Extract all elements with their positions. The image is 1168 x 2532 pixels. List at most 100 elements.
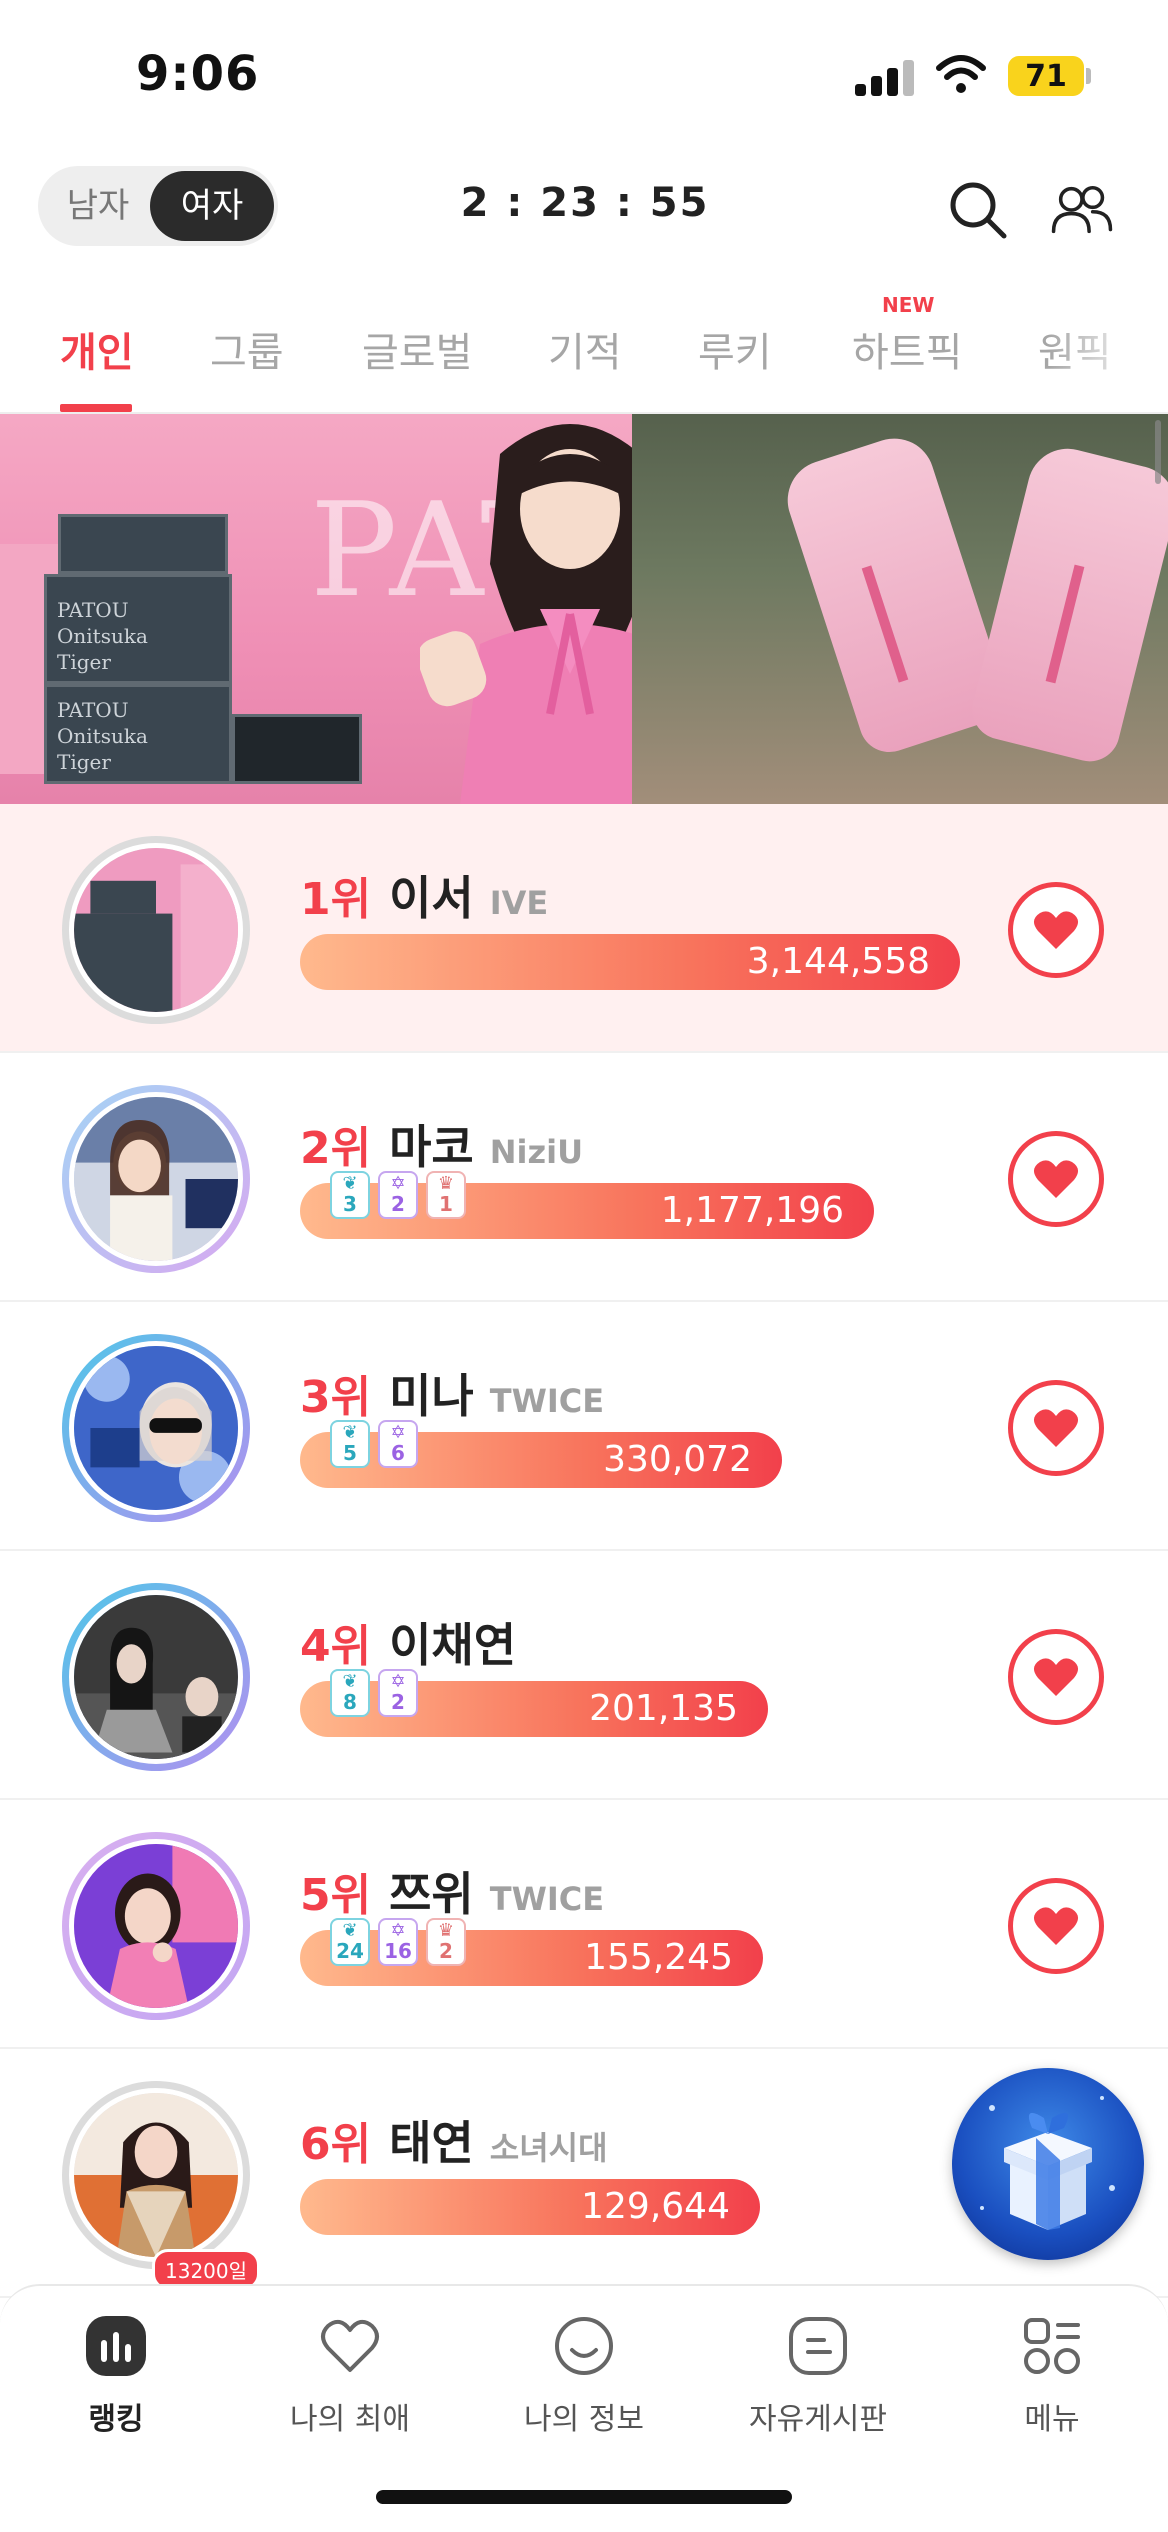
achievement-badges: ❦ 3 ✡ 2 ♛ 1 (330, 1171, 466, 1219)
banner-box-bottom: PATOU Onitsuka Tiger (44, 684, 232, 784)
heart-icon (1033, 1409, 1079, 1447)
nav-label: 자유게시판 (749, 2402, 887, 2437)
avatar[interactable] (62, 836, 250, 1024)
nav-label: 나의 정보 (524, 2402, 644, 2437)
nav-my-info[interactable]: 나의 정보 (484, 2314, 684, 2438)
heart-icon (1033, 1907, 1079, 1945)
rank-number: 6위 (300, 2119, 372, 2170)
friends-icon[interactable] (1050, 178, 1114, 242)
rank-title: 5위 쯔위 TWICE (300, 1858, 604, 1924)
tab-global[interactable]: 글로벌 (362, 320, 472, 378)
vote-count: 201,135 (589, 1688, 738, 1729)
avatar[interactable]: 13200일 (62, 2081, 261, 2290)
tab-rookie[interactable]: 루키 (698, 320, 772, 378)
tab-heartpick[interactable]: 하트픽 (852, 320, 962, 378)
achievement-badges: ❦ 8 ✡ 2 (330, 1669, 418, 1717)
banner-box-lid (58, 514, 228, 574)
promo-banner[interactable]: PATOU PATOUOnitsukaTiger PATOUOnitsukaTi… (0, 414, 1168, 804)
group-name: TWICE (489, 1880, 605, 1918)
crown-badge: ♛ 2 (426, 1918, 466, 1966)
tab-group[interactable]: 그룹 (210, 320, 284, 378)
star-badge: ✡ 2 (378, 1171, 418, 1219)
nav-ranking[interactable]: 랭킹 (16, 2314, 216, 2438)
group-name: TWICE (489, 1382, 605, 1420)
group-name: IVE (489, 884, 549, 922)
vote-heart-button[interactable] (1008, 1380, 1104, 1476)
smile-face-icon (555, 2317, 613, 2375)
avatar[interactable] (62, 1832, 250, 2020)
countdown-timer: 2 : 23 : 55 (460, 180, 710, 226)
wifi-icon (936, 55, 986, 93)
ranking-row[interactable]: 4위 이채연 201,135 ❦ 8 ✡ 2 (0, 1551, 1168, 1800)
rank-number: 3위 (300, 1372, 372, 1423)
crown-badge: ♛ 1 (426, 1171, 466, 1219)
vote-bar: 3,144,558 (300, 934, 960, 990)
nav-free-board[interactable]: 자유게시판 (718, 2314, 918, 2438)
vote-count: 3,144,558 (746, 941, 930, 982)
nav-menu[interactable]: 메뉴 (952, 2314, 1152, 2438)
idol-name: 이채연 (389, 1618, 517, 1672)
nav-my-favorite[interactable]: 나의 최애 (250, 2314, 450, 2438)
vote-count: 129,644 (581, 2186, 730, 2227)
gift-button[interactable] (952, 2068, 1144, 2260)
idol-name: 미나 (389, 1369, 474, 1423)
idol-name: 이서 (389, 871, 474, 925)
gender-toggle[interactable]: 남자 여자 (38, 166, 278, 246)
rank-title: 6위 태연 소녀시대 (300, 2107, 608, 2173)
feather-badge: ❦ 24 (330, 1918, 370, 1966)
achievement-badges: ❦ 24 ✡ 16 ♛ 2 (330, 1918, 466, 1966)
tab-individual[interactable]: 개인 (60, 320, 134, 378)
active-tab-indicator (60, 404, 132, 412)
heart-outline-icon (321, 2319, 379, 2372)
idol-name: 마코 (389, 1120, 474, 1174)
heart-icon (1033, 1160, 1079, 1198)
star-badge: ✡ 2 (378, 1669, 418, 1717)
achievement-badges: ❦ 5 ✡ 6 (330, 1420, 418, 1468)
ranking-row[interactable]: 5위 쯔위 TWICE 155,245 ❦ 24 ✡ 16 ♛ 2 (0, 1800, 1168, 2049)
feather-badge: ❦ 3 (330, 1171, 370, 1219)
scroll-indicator (1155, 420, 1161, 484)
ranking-list: 1위 이서 IVE 3,144,558 2위 마코 NiziU 1,177,19… (0, 804, 1168, 2298)
ranking-row[interactable]: 1위 이서 IVE 3,144,558 (0, 804, 1168, 1053)
battery-indicator: 71 (1008, 56, 1084, 96)
gender-female-button[interactable]: 여자 (150, 171, 274, 241)
rank-number: 1위 (300, 874, 372, 925)
group-name: 소녀시대 (489, 2129, 608, 2167)
vote-heart-button[interactable] (1008, 882, 1104, 978)
menu-grid-icon (1024, 2318, 1080, 2374)
rank-title: 4위 이채연 (300, 1609, 532, 1675)
rank-title: 3위 미나 TWICE (300, 1360, 604, 1426)
ranking-chart-icon (86, 2316, 146, 2376)
nav-label: 나의 최애 (290, 2402, 410, 2437)
ranking-row[interactable]: 3위 미나 TWICE 330,072 ❦ 5 ✡ 6 (0, 1302, 1168, 1551)
avatar[interactable] (62, 1583, 250, 1771)
avatar[interactable] (62, 1334, 250, 1522)
avatar[interactable] (62, 1085, 250, 1273)
idol-name: 태연 (389, 2116, 474, 2170)
rank-number: 5위 (300, 1870, 372, 1921)
rank-number: 4위 (300, 1621, 372, 1672)
vote-heart-button[interactable] (1008, 1878, 1104, 1974)
rank-title: 1위 이서 IVE (300, 862, 548, 928)
tab-onepick[interactable]: 원픽 (1038, 320, 1112, 378)
battery-level: 71 (1025, 58, 1067, 94)
gender-male-button[interactable]: 남자 (48, 166, 148, 246)
vote-count: 330,072 (603, 1439, 752, 1480)
vote-count: 155,245 (584, 1937, 733, 1978)
vote-heart-button[interactable] (1008, 1629, 1104, 1725)
star-badge: ✡ 16 (378, 1918, 418, 1966)
cellular-signal-icon (855, 60, 915, 96)
category-tabs: 개인 그룹 글로벌 기적 루키 NEW 하트픽 원픽 (0, 280, 1168, 414)
feather-badge: ❦ 8 (330, 1669, 370, 1717)
status-time: 9:06 (136, 46, 260, 102)
tab-miracle[interactable]: 기적 (548, 320, 622, 378)
rank-title: 2위 마코 NiziU (300, 1111, 583, 1177)
ranking-row[interactable]: 2위 마코 NiziU 1,177,196 ❦ 3 ✡ 2 ♛ 1 (0, 1053, 1168, 1302)
board-icon (789, 2317, 847, 2375)
star-badge: ✡ 6 (378, 1420, 418, 1468)
vote-heart-button[interactable] (1008, 1131, 1104, 1227)
search-icon[interactable] (946, 178, 1010, 242)
idol-name: 쯔위 (389, 1867, 474, 1921)
vote-count: 1,177,196 (660, 1190, 844, 1231)
heart-icon (1033, 1658, 1079, 1696)
